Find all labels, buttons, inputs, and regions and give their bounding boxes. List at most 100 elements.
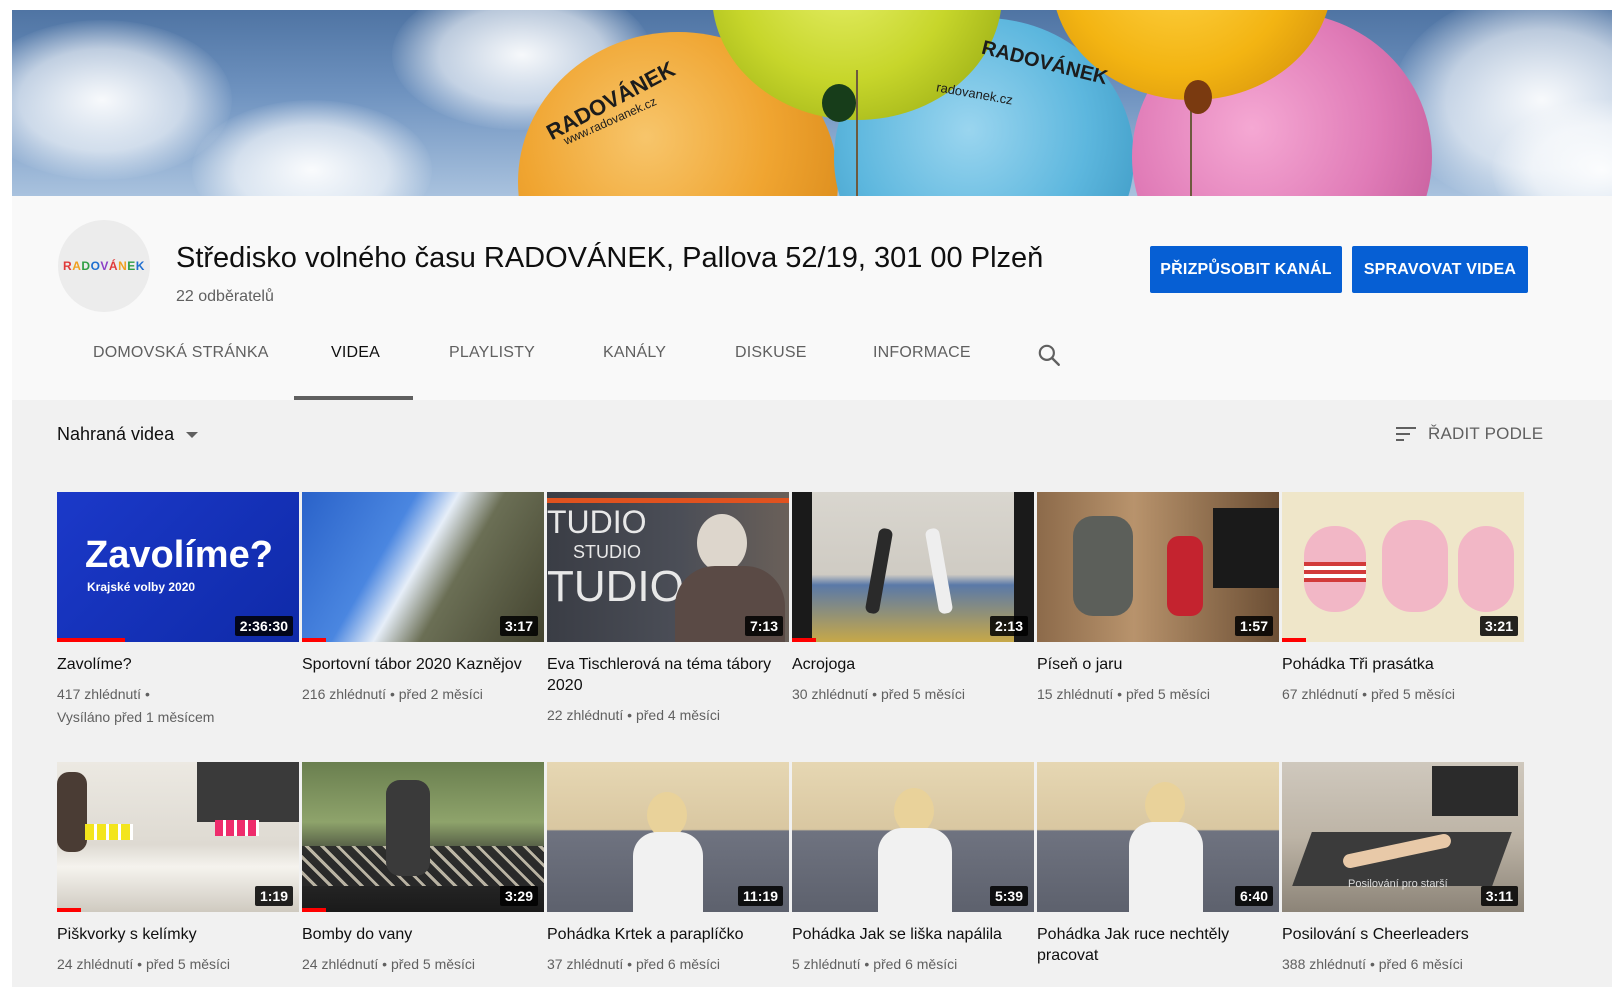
- upload-age: před 6 měsíci: [1378, 956, 1463, 972]
- thumbnail-person: [878, 828, 952, 912]
- duration-badge: 11:19: [737, 886, 783, 906]
- watch-progress: [57, 908, 82, 912]
- tab-discussion[interactable]: DISKUSE: [735, 344, 807, 362]
- video-card[interactable]: 1:57 Píseň o jaru 15 zhlédnutí • před 5 …: [1037, 492, 1279, 706]
- video-card[interactable]: TUDIO STUDIO TUDIO 7:13 Eva Tischlerová …: [547, 492, 789, 727]
- avatar[interactable]: RADOVÁNEK: [58, 220, 150, 312]
- sort-by-button[interactable]: ŘADIT PODLE: [1394, 424, 1543, 444]
- video-card[interactable]: 1:19 Piškvorky s kelímky 24 zhlédnutí • …: [57, 762, 299, 976]
- channel-title: Středisko volného času RADOVÁNEK, Pallov…: [176, 242, 1044, 274]
- video-thumbnail[interactable]: 3:17: [302, 492, 544, 642]
- tab-channels[interactable]: KANÁLY: [603, 344, 666, 362]
- tab-about[interactable]: INFORMACE: [873, 344, 971, 362]
- video-card[interactable]: 3:21 Pohádka Tři prasátka 67 zhlédnutí •…: [1282, 492, 1524, 706]
- tab-videos[interactable]: VIDEA: [331, 344, 380, 362]
- video-thumbnail[interactable]: 5:39: [792, 762, 1034, 912]
- video-meta: 24 zhlédnutí • před 5 měsíci: [57, 956, 231, 972]
- video-title[interactable]: Pohádka Krtek a paraplíčko: [547, 924, 777, 945]
- video-title[interactable]: Eva Tischlerová na téma tábory 2020: [547, 654, 777, 696]
- video-thumbnail[interactable]: 3:21: [1282, 492, 1524, 642]
- video-thumbnail[interactable]: 11:19: [547, 762, 789, 912]
- thumbnail-text: STUDIO: [573, 542, 642, 562]
- uploads-filter-dropdown[interactable]: Nahraná videa: [57, 424, 199, 445]
- video-card[interactable]: Zavolíme? Krajské volby 2020 2:36:30 Zav…: [57, 492, 299, 729]
- video-title[interactable]: Acrojoga: [792, 654, 1022, 675]
- upload-age: před 6 měsíci: [635, 956, 721, 972]
- video-card[interactable]: 3:29 Bomby do vany 24 zhlédnutí • před 5…: [302, 762, 544, 976]
- search-icon[interactable]: [1036, 342, 1062, 368]
- tab-playlists[interactable]: PLAYLISTY: [449, 344, 535, 362]
- video-title[interactable]: Posilování s Cheerleaders: [1282, 924, 1512, 945]
- duration-badge: 1:19: [254, 886, 293, 906]
- view-count: 5 zhlédnutí: [792, 956, 861, 972]
- duration-badge: 7:13: [744, 616, 783, 636]
- view-count: 37 zhlédnutí: [547, 956, 624, 972]
- upload-age: Vysíláno před 1 měsícem: [57, 709, 215, 725]
- video-title[interactable]: Sportovní tábor 2020 Kaznějov: [302, 654, 532, 675]
- thumbnail-person: [864, 527, 894, 615]
- video-title[interactable]: Zavolíme?: [57, 654, 287, 675]
- video-card[interactable]: 6:40 Pohádka Jak ruce nechtěly pracovat: [1037, 762, 1279, 966]
- video-thumbnail[interactable]: 1:57: [1037, 492, 1279, 642]
- video-thumbnail[interactable]: 3:29: [302, 762, 544, 912]
- duration-badge: 2:36:30: [234, 616, 293, 636]
- manage-videos-button[interactable]: SPRAVOVAT VIDEA: [1352, 246, 1528, 293]
- thumbnail-person: [1073, 516, 1133, 616]
- channel-page: RADOVÁNEK www.radovanek.cz RADOVÁNEK rad…: [12, 10, 1612, 987]
- upload-age: před 5 měsíci: [145, 956, 231, 972]
- thumbnail-caption: Posilování pro starší: [1348, 878, 1448, 890]
- videos-content: Nahraná videa ŘADIT PODLE Zavolíme? Kraj…: [12, 400, 1612, 987]
- sort-icon: [1396, 427, 1416, 441]
- thumbnail-pig: [1458, 526, 1514, 612]
- video-thumbnail[interactable]: 2:13: [792, 492, 1034, 642]
- video-title[interactable]: Pohádka Jak ruce nechtěly pracovat: [1037, 924, 1267, 966]
- video-meta: 216 zhlédnutí • před 2 měsíci: [302, 686, 483, 702]
- video-card[interactable]: Posilování pro starší 3:11 Posilování s …: [1282, 762, 1524, 976]
- thumbnail-title-text: Zavolíme?: [85, 534, 273, 576]
- tab-home[interactable]: DOMOVSKÁ STRÁNKA: [93, 344, 269, 362]
- thumbnail-person: [386, 780, 430, 876]
- video-card[interactable]: 3:17 Sportovní tábor 2020 Kaznějov 216 z…: [302, 492, 544, 706]
- thumbnail-cups: [85, 824, 133, 840]
- video-title[interactable]: Piškvorky s kelímky: [57, 924, 287, 945]
- watch-progress: [57, 638, 125, 642]
- view-count: 417 zhlédnutí: [57, 686, 142, 702]
- duration-badge: 1:57: [1234, 616, 1273, 636]
- video-title[interactable]: Pohádka Jak se liška napálila: [792, 924, 1022, 945]
- video-title[interactable]: Píseň o jaru: [1037, 654, 1267, 675]
- upload-age: před 5 měsíci: [1370, 686, 1456, 702]
- thumbnail-text: TUDIO: [547, 562, 684, 611]
- upload-age: před 5 měsíci: [390, 956, 476, 972]
- view-count: 24 zhlédnutí: [302, 956, 379, 972]
- video-thumbnail[interactable]: 1:19: [57, 762, 299, 912]
- video-thumbnail[interactable]: Posilování pro starší 3:11: [1282, 762, 1524, 912]
- watch-progress: [792, 638, 817, 642]
- video-meta: 24 zhlédnutí • před 5 měsíci: [302, 956, 476, 972]
- channel-header: RADOVÁNEK Středisko volného času RADOVÁN…: [12, 196, 1612, 400]
- thumbnail-pig: [1382, 520, 1448, 612]
- duration-badge: 3:21: [1479, 616, 1518, 636]
- video-thumbnail[interactable]: Zavolíme? Krajské volby 2020 2:36:30: [57, 492, 299, 642]
- duration-badge: 2:13: [989, 616, 1028, 636]
- video-meta: 5 zhlédnutí • před 6 měsíci: [792, 956, 958, 972]
- video-title[interactable]: Bomby do vany: [302, 924, 532, 945]
- video-card[interactable]: 5:39 Pohádka Jak se liška napálila 5 zhl…: [792, 762, 1034, 976]
- view-count: 24 zhlédnutí: [57, 956, 134, 972]
- video-card[interactable]: 2:13 Acrojoga 30 zhlédnutí • před 5 měsí…: [792, 492, 1034, 706]
- balloon-string: [856, 70, 858, 196]
- video-thumbnail[interactable]: TUDIO STUDIO TUDIO 7:13: [547, 492, 789, 642]
- upload-age: před 6 měsíci: [873, 956, 958, 972]
- customize-channel-button[interactable]: PŘIZPŮSOBIT KANÁL: [1150, 246, 1342, 293]
- thumbnail-cabinet: [197, 762, 299, 822]
- video-meta: 67 zhlédnutí • před 5 měsíci: [1282, 686, 1456, 702]
- thumbnail-piano: [1213, 508, 1279, 588]
- duration-badge: 3:11: [1480, 886, 1518, 906]
- video-meta: 30 zhlédnutí • před 5 měsíci: [792, 686, 966, 702]
- filter-label: Nahraná videa: [57, 424, 175, 444]
- video-card[interactable]: 11:19 Pohádka Krtek a paraplíčko 37 zhlé…: [547, 762, 789, 976]
- upload-age: před 5 měsíci: [1125, 686, 1211, 702]
- video-title[interactable]: Pohádka Tři prasátka: [1282, 654, 1512, 675]
- video-thumbnail[interactable]: 6:40: [1037, 762, 1279, 912]
- caret-down-icon: [186, 431, 199, 438]
- channel-banner: RADOVÁNEK www.radovanek.cz RADOVÁNEK rad…: [12, 10, 1612, 196]
